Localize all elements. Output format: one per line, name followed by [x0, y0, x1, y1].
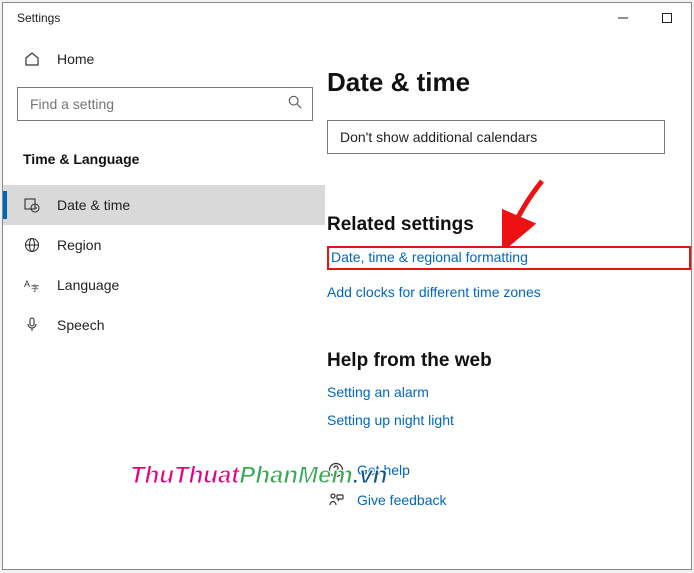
annotation-highlight: Date, time & regional formatting: [327, 246, 691, 270]
microphone-icon: [23, 317, 41, 333]
sidebar-item-date-time[interactable]: Date & time: [3, 185, 325, 225]
home-nav[interactable]: Home: [3, 41, 325, 77]
link-get-help: Get help: [357, 462, 410, 478]
titlebar: Settings: [3, 3, 691, 33]
svg-text:字: 字: [31, 283, 39, 293]
sidebar-item-label: Language: [57, 277, 119, 293]
sidebar-item-label: Speech: [57, 317, 104, 333]
sidebar-item-speech[interactable]: Speech: [3, 305, 325, 345]
sidebar: Home Time & Language Date & time: [3, 33, 325, 569]
settings-window: Settings Home: [2, 2, 692, 570]
feedback-icon: [327, 492, 345, 508]
maximize-button[interactable]: [645, 3, 689, 33]
link-regional-formatting[interactable]: Date, time & regional formatting: [331, 249, 528, 265]
sidebar-item-label: Date & time: [57, 197, 130, 213]
sidebar-nav: Date & time Region A字 Language: [3, 185, 325, 345]
main-content: Date & time Don't show additional calend…: [325, 33, 691, 569]
sidebar-item-label: Region: [57, 237, 101, 253]
feedback-row[interactable]: Give feedback: [325, 492, 691, 508]
link-add-clocks[interactable]: Add clocks for different time zones: [327, 284, 691, 300]
sidebar-item-region[interactable]: Region: [3, 225, 325, 265]
help-heading: Help from the web: [327, 350, 691, 372]
search-icon: [288, 95, 302, 114]
window-controls: [601, 3, 689, 33]
home-icon: [23, 51, 41, 67]
calendar-clock-icon: [23, 197, 41, 213]
page-title: Date & time: [325, 53, 691, 116]
calendar-dropdown[interactable]: Don't show additional calendars: [327, 120, 665, 154]
link-night-light[interactable]: Setting up night light: [327, 412, 691, 428]
dropdown-value: Don't show additional calendars: [340, 129, 537, 145]
bottom-links: Get help Give feedback: [325, 462, 691, 508]
search-box[interactable]: [17, 87, 313, 121]
help-links: Setting an alarm Setting up night light: [325, 384, 691, 428]
link-give-feedback: Give feedback: [357, 492, 447, 508]
home-label: Home: [57, 51, 94, 67]
language-icon: A字: [23, 277, 41, 293]
related-links: Date, time & regional formatting Add clo…: [325, 246, 691, 300]
related-settings-heading: Related settings: [327, 214, 691, 236]
link-setting-alarm[interactable]: Setting an alarm: [327, 384, 691, 400]
search-input[interactable]: [30, 96, 288, 112]
globe-icon: [23, 237, 41, 253]
app-title: Settings: [17, 11, 60, 25]
minimize-button[interactable]: [601, 3, 645, 33]
sidebar-item-language[interactable]: A字 Language: [3, 265, 325, 305]
help-icon: [327, 462, 345, 478]
svg-text:A: A: [24, 279, 30, 289]
get-help-row[interactable]: Get help: [325, 462, 691, 478]
sidebar-section-label: Time & Language: [3, 133, 325, 185]
